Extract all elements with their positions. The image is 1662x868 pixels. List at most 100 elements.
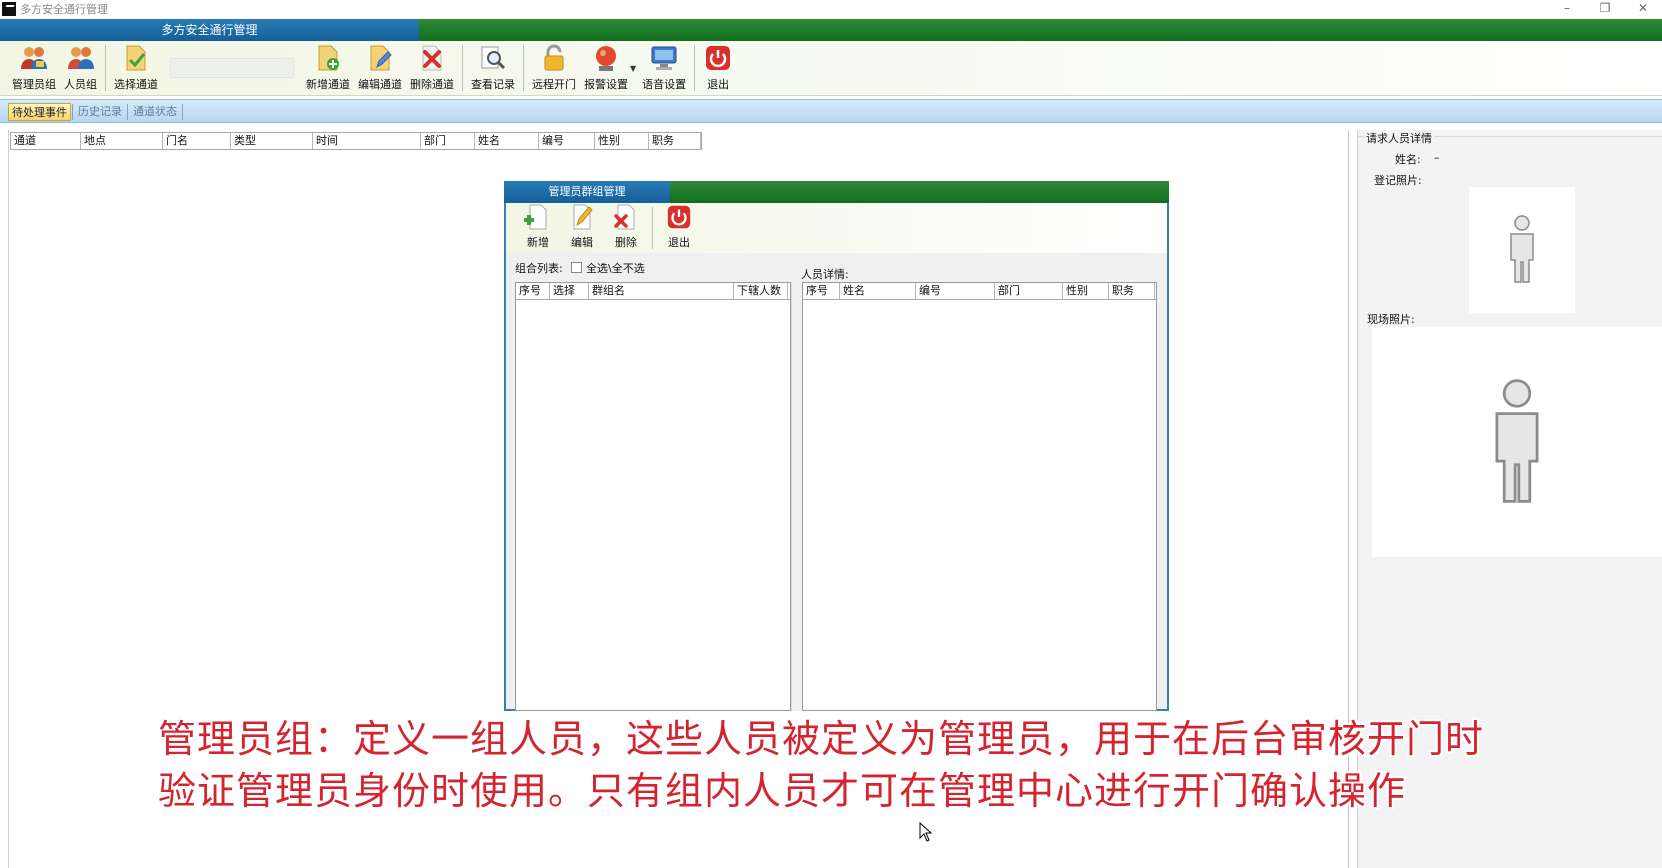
view-records-icon	[478, 43, 508, 73]
registered-photo	[1469, 187, 1575, 313]
add-icon	[524, 203, 552, 231]
minimize-button[interactable]: –	[1548, 0, 1586, 17]
add-channel-label: 新增通道	[306, 78, 350, 91]
voice-settings-button[interactable]: 语音设置	[638, 43, 690, 95]
live-photo-label: 现场照片:	[1367, 313, 1415, 326]
close-button[interactable]: ✕	[1624, 0, 1662, 17]
main-toolbar: 管理员组 人员组 选择通道 新增通道 编辑通道 删除通道 查看记录 远程开门 报…	[0, 41, 1662, 96]
remote-unlock-label: 远程开门	[532, 78, 576, 91]
dialog-toolbar: 新增 编辑 删除 退出	[506, 203, 1167, 253]
person-detail-label: 人员详情:	[801, 268, 849, 281]
admin-group-button[interactable]: 管理员组	[8, 43, 60, 95]
caption-line-2: 验证管理员身份时使用。只有组内人员才可在管理中心进行开门确认操作	[158, 769, 1407, 813]
dialog-add-button[interactable]: 新增	[516, 203, 560, 253]
toolbar-separator	[652, 207, 653, 249]
select-all-checkbox[interactable]	[571, 262, 582, 273]
edit-channel-button[interactable]: 编辑通道	[354, 43, 406, 95]
dialog-exit-button[interactable]: 退出	[657, 205, 701, 253]
delete-channel-button[interactable]: 删除通道	[406, 43, 458, 95]
column-header[interactable]: 门名	[163, 133, 231, 149]
delete-channel-label: 删除通道	[410, 78, 454, 91]
people-group-button[interactable]: 人员组	[60, 43, 101, 95]
person-silhouette-icon	[1485, 377, 1549, 508]
column-header[interactable]: 性别	[1063, 283, 1109, 299]
name-value: –	[1434, 151, 1440, 164]
power-icon	[703, 43, 733, 73]
app-logo-icon	[2, 1, 16, 16]
column-header[interactable]: 类型	[231, 133, 313, 149]
exit-label: 退出	[707, 78, 730, 91]
select-channel-label: 选择通道	[114, 78, 158, 91]
admin-group-icon	[19, 43, 49, 73]
people-group-icon	[66, 43, 96, 73]
exit-button[interactable]: 退出	[699, 43, 737, 95]
alarm-settings-label: 报警设置	[584, 78, 628, 91]
channel-input[interactable]	[170, 58, 294, 78]
column-header[interactable]: 下辖人数	[734, 283, 788, 299]
dialog-edit-label: 编辑	[571, 236, 593, 249]
tab-separator	[182, 104, 183, 120]
column-header[interactable]: 职务	[649, 133, 701, 149]
dialog-delete-label: 删除	[615, 236, 637, 249]
person-list[interactable]: 序号 姓名 编号 部门 性别 职务	[802, 282, 1157, 711]
window-title: 多方安全通行管理	[20, 2, 108, 16]
column-header[interactable]: 序号	[516, 283, 550, 299]
toolbar-separator	[523, 45, 524, 91]
toolbar-separator	[694, 45, 696, 91]
tab-channel-status[interactable]: 通道状态	[130, 103, 180, 121]
view-records-label: 查看记录	[471, 78, 515, 91]
edit-channel-label: 编辑通道	[358, 78, 402, 91]
delete-icon	[612, 203, 640, 231]
alarm-dropdown-icon[interactable]: ▼	[630, 64, 636, 73]
column-header[interactable]: 地点	[81, 133, 163, 149]
column-header[interactable]: 职务	[1109, 283, 1155, 299]
tab-bar: 待处理事件 历史记录 通道状态	[0, 99, 1662, 123]
group-list[interactable]: 序号 选择 群组名 下辖人数	[515, 282, 791, 711]
voice-settings-label: 语音设置	[642, 78, 687, 91]
voice-settings-icon	[649, 43, 679, 73]
column-header[interactable]: 编号	[539, 133, 595, 149]
remote-unlock-button[interactable]: 远程开门	[528, 43, 580, 95]
alarm-settings-icon	[591, 43, 621, 73]
delete-channel-icon	[417, 43, 447, 73]
power-icon	[665, 203, 693, 231]
title-bar: 多方安全通行管理 – ❐ ✕	[0, 0, 1662, 17]
group-list-header: 序号 选择 群组名 下辖人数	[516, 283, 790, 300]
column-header[interactable]: 部门	[421, 133, 475, 149]
add-channel-button[interactable]: 新增通道	[302, 43, 354, 95]
column-header[interactable]: 姓名	[840, 283, 916, 299]
column-header[interactable]: 性别	[595, 133, 649, 149]
dialog-exit-label: 退出	[668, 236, 690, 249]
tab-separator	[72, 104, 73, 120]
dialog-delete-button[interactable]: 删除	[604, 203, 648, 253]
view-records-button[interactable]: 查看记录	[467, 43, 519, 95]
admin-group-label: 管理员组	[12, 78, 56, 91]
person-list-header: 序号 姓名 编号 部门 性别 职务	[803, 283, 1156, 300]
people-group-label: 人员组	[64, 78, 97, 91]
column-header[interactable]: 编号	[916, 283, 995, 299]
window-controls: – ❐ ✕	[1548, 0, 1662, 17]
tab-pending-events[interactable]: 待处理事件	[8, 103, 71, 121]
column-header[interactable]: 选择	[550, 283, 589, 299]
alarm-settings-button[interactable]: 报警设置	[580, 43, 632, 95]
column-header[interactable]: 姓名	[475, 133, 539, 149]
restore-button[interactable]: ❐	[1586, 0, 1624, 17]
dialog-edit-button[interactable]: 编辑	[560, 204, 604, 253]
column-header[interactable]: 群组名	[589, 283, 734, 299]
requester-detail-title: 请求人员详情	[1364, 130, 1434, 146]
select-channel-button[interactable]: 选择通道	[110, 43, 162, 95]
group-list-label: 组合列表:	[515, 262, 563, 275]
dialog-title: 管理员群组管理	[504, 181, 670, 203]
column-header[interactable]: 序号	[803, 283, 840, 299]
header-tab[interactable]: 多方安全通行管理	[0, 19, 419, 41]
column-header[interactable]: 时间	[313, 133, 421, 149]
tab-separator	[127, 104, 128, 120]
app-window: 多方安全通行管理 – ❐ ✕ 多方安全通行管理 管理员组 人员组 选择通道 新增…	[0, 0, 1662, 868]
person-silhouette-icon	[1505, 214, 1539, 287]
column-header[interactable]: 通道	[11, 133, 81, 149]
column-header[interactable]: 部门	[995, 283, 1063, 299]
registered-photo-label: 登记照片:	[1374, 174, 1422, 187]
tab-history[interactable]: 历史记录	[75, 103, 125, 121]
event-table-header: 通道 地点 门名 类型 时间 部门 姓名 编号 性别 职务	[10, 132, 702, 150]
live-photo	[1372, 327, 1662, 557]
